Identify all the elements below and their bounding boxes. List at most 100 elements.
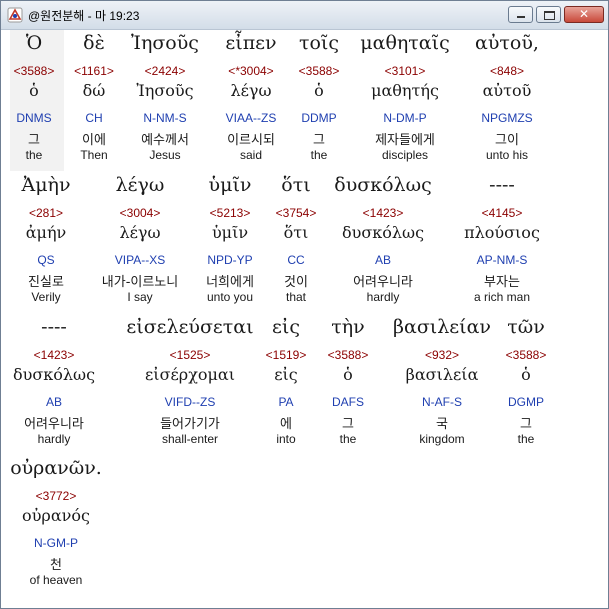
word-greek[interactable]: λέγω bbox=[116, 174, 165, 196]
word-english: hardly bbox=[37, 432, 71, 446]
word-strong: <3004> bbox=[119, 206, 161, 220]
word-strong: <932> bbox=[424, 348, 460, 362]
word-parse: DNMS bbox=[16, 111, 52, 125]
title-bar[interactable]: @원전분해 - 마 19:23 bbox=[1, 1, 608, 30]
word-parse: DDMP bbox=[301, 111, 337, 125]
word-greek[interactable]: μαθηταῖς bbox=[360, 32, 449, 54]
word-english: said bbox=[239, 148, 263, 162]
word-strong: <2424> bbox=[144, 64, 186, 78]
word-strong: <1423> bbox=[33, 348, 75, 362]
word-english: shall-enter bbox=[161, 432, 219, 446]
word-parse: CC bbox=[287, 253, 305, 267]
word-lemma: ὁ bbox=[314, 81, 324, 100]
window-title: @원전분해 - 마 19:23 bbox=[28, 9, 140, 23]
word-english: unto his bbox=[485, 148, 529, 162]
word-lemma: λέγω bbox=[119, 223, 161, 242]
word-lemma: αὐτοῦ bbox=[482, 81, 532, 100]
word-english: Verily bbox=[31, 290, 61, 304]
close-button[interactable] bbox=[564, 6, 604, 23]
word-lemma: δυσκόλως bbox=[12, 365, 96, 384]
word-korean: 그 bbox=[342, 417, 354, 432]
word-korean: 이르시되 bbox=[227, 133, 275, 148]
word-greek[interactable]: εἰς bbox=[272, 316, 300, 338]
word-greek[interactable]: τῶν bbox=[507, 316, 545, 338]
word-english: the bbox=[517, 432, 535, 446]
word-parse: DAFS bbox=[331, 395, 365, 409]
word-greek[interactable]: εἰσελεύσεται bbox=[126, 316, 253, 338]
word-strong: <3101> bbox=[384, 64, 426, 78]
word-parse: PA bbox=[278, 395, 294, 409]
word-korean: 예수께서 bbox=[141, 133, 189, 148]
word-parse: AB bbox=[45, 395, 63, 409]
word-english: Then bbox=[80, 148, 108, 162]
word-greek[interactable]: αὐτοῦ, bbox=[475, 32, 539, 54]
word-english: into bbox=[276, 432, 296, 446]
word-english: of heaven bbox=[29, 573, 83, 587]
word-strong: <1519> bbox=[265, 348, 307, 362]
word-english: a rich man bbox=[473, 290, 531, 304]
word-parse: AP-NM-S bbox=[476, 253, 528, 267]
word-korean: 부자는 bbox=[484, 275, 520, 290]
word-korean: 국 bbox=[436, 417, 448, 432]
word-korean: 너희에게 bbox=[206, 275, 254, 290]
word-greek[interactable]: Ὁ bbox=[26, 32, 42, 54]
word-strong: <1161> bbox=[74, 64, 114, 78]
word-korean: 어려우니라 bbox=[353, 275, 413, 290]
app-window: @원전분해 - 마 19:23 Ὁ<3588>ὁDNMS그theδὲ<1161>… bbox=[0, 0, 609, 609]
word-english: kingdom bbox=[419, 432, 465, 446]
word-english: disciples bbox=[381, 148, 429, 162]
word-greek[interactable]: βασιλείαν bbox=[393, 316, 491, 338]
word-parse: VIFD--ZS bbox=[164, 395, 216, 409]
word-english: that bbox=[285, 290, 307, 304]
word-parse: QS bbox=[37, 253, 55, 267]
word-greek[interactable]: ---- bbox=[41, 316, 67, 338]
word-korean: 그이 bbox=[495, 133, 519, 148]
word-greek[interactable]: τοῖς bbox=[299, 32, 339, 54]
word-english: the bbox=[339, 432, 357, 446]
word-strong: <3588> bbox=[298, 64, 340, 78]
word-parse: NPD-YP bbox=[207, 253, 253, 267]
word-lemma: εἰσέρχομαι bbox=[145, 365, 235, 384]
word-parse: NPGMZS bbox=[481, 111, 533, 125]
word-lemma: οὐρανός bbox=[22, 506, 90, 525]
maximize-button[interactable] bbox=[536, 6, 561, 23]
interlinear-view: Ὁ <3588> ὁ DNMS 그 the δὲ <1161> δώ CH 이에 Then Ἰησοῦς… bbox=[2, 30, 607, 606]
word-parse: CH bbox=[85, 111, 103, 125]
word-english: the bbox=[25, 148, 43, 162]
word-english: the bbox=[310, 148, 328, 162]
word-parse: N-NM-S bbox=[143, 111, 187, 125]
word-korean: 진실로 bbox=[28, 275, 64, 290]
word-parse: N-GM-P bbox=[34, 536, 78, 550]
word-korean: 것이 bbox=[284, 275, 308, 290]
word-greek[interactable]: δὲ bbox=[83, 32, 105, 54]
word-strong: <3588> bbox=[505, 348, 547, 362]
word-lemma: Ἰησοῦς bbox=[136, 81, 194, 100]
word-parse: AB bbox=[374, 253, 392, 267]
word-parse: N-AF-S bbox=[422, 395, 462, 409]
word-greek[interactable]: οὐρανῶν. bbox=[10, 457, 102, 479]
word-lemma: εἰς bbox=[274, 365, 298, 384]
word-english: Jesus bbox=[149, 148, 181, 162]
word-greek[interactable]: τὴν bbox=[331, 316, 364, 338]
word-greek[interactable]: ---- bbox=[489, 174, 515, 196]
word-parse: VIAA--ZS bbox=[225, 111, 277, 125]
word-greek[interactable]: Ἰησοῦς bbox=[131, 32, 199, 54]
word-greek[interactable]: ὑμῖν bbox=[209, 174, 252, 196]
word-lemma: ὑμῖν bbox=[211, 223, 249, 242]
word-lemma: λέγω bbox=[230, 81, 272, 100]
word-parse: DGMP bbox=[508, 395, 544, 409]
word-lemma: πλούσιος bbox=[464, 223, 540, 242]
minimize-button[interactable] bbox=[508, 6, 533, 23]
word-strong: <3588> bbox=[327, 348, 369, 362]
word-lemma: δώ bbox=[82, 81, 106, 100]
word-parse: VIPA--XS bbox=[114, 253, 166, 267]
word-strong: <1525> bbox=[169, 348, 211, 362]
word-greek[interactable]: ὅτι bbox=[281, 174, 310, 196]
word-strong: <848> bbox=[489, 64, 525, 78]
word-strong: <4145> bbox=[481, 206, 523, 220]
word-strong: <5213> bbox=[209, 206, 251, 220]
word-greek[interactable]: Ἀμὴν bbox=[21, 174, 70, 196]
word-greek[interactable]: δυσκόλως bbox=[334, 174, 431, 196]
word-korean: 이에 bbox=[82, 133, 106, 148]
word-greek[interactable]: εἶπεν bbox=[225, 32, 276, 54]
